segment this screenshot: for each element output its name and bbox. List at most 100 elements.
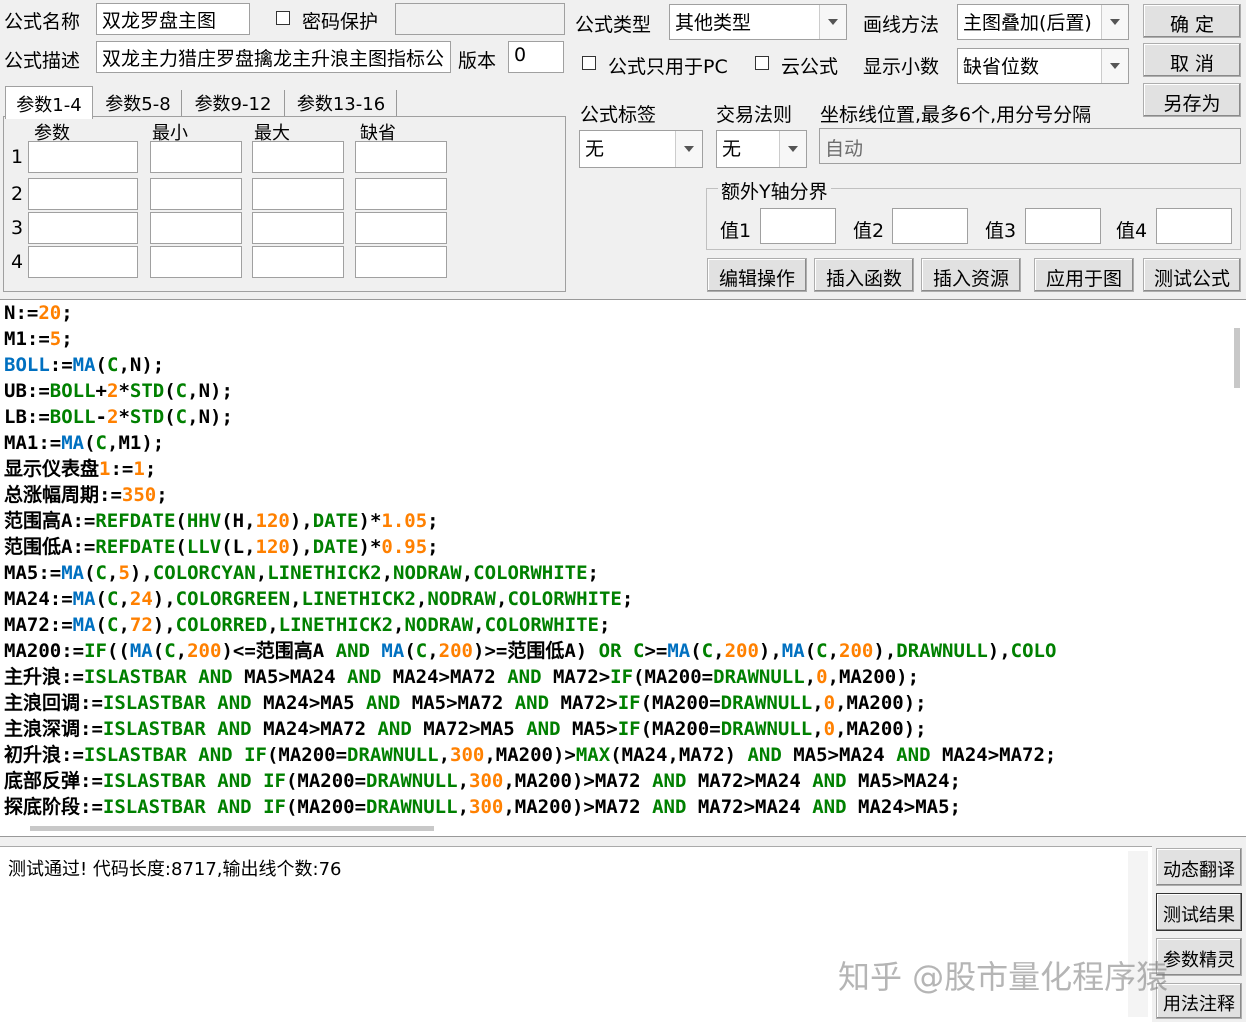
pc-only-checkbox[interactable] xyxy=(582,56,596,70)
tab-params-13-16[interactable]: 参数13-16 xyxy=(287,86,395,118)
cloud-label: 云公式 xyxy=(781,56,839,78)
code-line: BOLL:=MA(C,N); xyxy=(4,354,165,376)
axis-position-input[interactable]: 自动 xyxy=(819,128,1241,164)
axis-position-label: 坐标线位置,最多6个,用分号分隔 xyxy=(820,104,1092,126)
password-checkbox[interactable] xyxy=(276,11,290,25)
cancel-button[interactable]: 取 消 xyxy=(1143,43,1241,77)
param-min-input[interactable] xyxy=(150,246,242,278)
test-result-button[interactable]: 测试结果 xyxy=(1156,893,1242,931)
param-default-input[interactable] xyxy=(355,141,447,173)
decimal-select[interactable]: 缺省位数 xyxy=(957,48,1129,84)
code-line: MA72:=MA(C,72),COLORRED,LINETHICK2,NODRA… xyxy=(4,614,611,636)
extra-y-label: 额外Y轴分界 xyxy=(718,177,831,204)
trade-rule-label: 交易法则 xyxy=(716,104,793,126)
param-row-number: 2 xyxy=(11,183,24,205)
tab-divider xyxy=(181,90,182,116)
chevron-down-icon xyxy=(819,5,846,39)
param-max-input[interactable] xyxy=(252,141,344,173)
draw-method-label: 画线方法 xyxy=(863,14,940,36)
param-max-input[interactable] xyxy=(252,246,344,278)
insert-resource-button[interactable]: 插入资源 xyxy=(921,258,1021,292)
cloud-checkbox[interactable] xyxy=(755,56,769,70)
param-name-input[interactable] xyxy=(28,212,138,244)
code-line: 范围低A:=REFDATE(LLV(L,120),DATE)*0.95; xyxy=(4,536,439,558)
code-line: 显示仪表盘1:=1; xyxy=(4,458,157,480)
code-line: MA1:=MA(C,M1); xyxy=(4,432,165,454)
draw-method-value: 主图叠加(后置) xyxy=(963,12,1092,34)
y1-input[interactable] xyxy=(760,208,836,244)
param-row-number: 4 xyxy=(11,251,24,273)
ok-button[interactable]: 确 定 xyxy=(1143,4,1241,38)
y4-label: 值4 xyxy=(1116,220,1148,242)
tab-params-5-8[interactable]: 参数5-8 xyxy=(96,86,180,118)
param-name-input[interactable] xyxy=(28,246,138,278)
param-name-input[interactable] xyxy=(28,141,138,173)
code-editor[interactable]: N:=20; M1:=5; BOLL:=MA(C,N); UB:=BOLL+2*STD… xyxy=(0,299,1246,837)
code-line: LB:=BOLL-2*STD(C,N); xyxy=(4,406,233,428)
code-line: MA200:=IF((MA(C,200)<=范围高A AND MA(C,200)… xyxy=(4,640,1057,662)
param-wizard-button[interactable]: 参数精灵 xyxy=(1156,938,1242,976)
code-line: MA5:=MA(C,5),COLORCYAN,LINETHICK2,NODRAW… xyxy=(4,562,599,584)
tag-label: 公式标签 xyxy=(580,104,657,126)
test-formula-button[interactable]: 测试公式 xyxy=(1143,258,1241,292)
param-max-input[interactable] xyxy=(252,178,344,210)
output-message: 测试通过! 代码长度:8717,输出线个数:76 xyxy=(8,859,342,880)
trade-rule-select[interactable]: 无 xyxy=(716,130,807,168)
param-row-number: 1 xyxy=(11,146,24,168)
formula-desc-label: 公式描述 xyxy=(4,50,81,72)
save-as-button[interactable]: 另存为 xyxy=(1143,83,1241,117)
y1-label: 值1 xyxy=(720,220,752,242)
password-input xyxy=(395,3,565,35)
code-line: 探底阶段:=ISLASTBAR AND IF(MA200=DRAWNULL,30… xyxy=(4,796,961,818)
usage-notes-button[interactable]: 用法注释 xyxy=(1156,983,1242,1019)
formula-type-select[interactable]: 其他类型 xyxy=(669,4,847,40)
formula-type-value: 其他类型 xyxy=(675,12,752,34)
dynamic-translate-button[interactable]: 动态翻译 xyxy=(1156,848,1242,886)
param-min-input[interactable] xyxy=(150,141,242,173)
y2-input[interactable] xyxy=(892,208,968,244)
code-line: 主浪回调:=ISLASTBAR AND MA24>MA5 AND MA5>MA7… xyxy=(4,692,927,714)
code-line: UB:=BOLL+2*STD(C,N); xyxy=(4,380,233,402)
param-max-input[interactable] xyxy=(252,212,344,244)
param-min-input[interactable] xyxy=(150,178,242,210)
code-line: 主浪深调:=ISLASTBAR AND MA24>MA72 AND MA72>M… xyxy=(4,718,927,740)
code-line: MA24:=MA(C,24),COLORGREEN,LINETHICK2,NOD… xyxy=(4,588,634,610)
param-name-input[interactable] xyxy=(28,178,138,210)
edit-button[interactable]: 编辑操作 xyxy=(707,258,807,292)
tab-params-1-4[interactable]: 参数1-4 xyxy=(5,86,93,119)
version-input[interactable]: 0 xyxy=(508,41,564,73)
draw-method-select[interactable]: 主图叠加(后置) xyxy=(957,4,1129,40)
y3-input[interactable] xyxy=(1025,208,1101,244)
decimal-label: 显示小数 xyxy=(863,56,940,78)
vertical-scrollbar[interactable] xyxy=(1234,328,1240,388)
tab-divider xyxy=(396,90,397,116)
chevron-down-icon xyxy=(675,131,702,167)
formula-desc-input[interactable]: 双龙主力猎庄罗盘擒龙主升浪主图指标公 xyxy=(96,41,451,73)
tab-params-9-12[interactable]: 参数9-12 xyxy=(184,86,282,118)
code-line: N:=20; xyxy=(4,302,73,324)
insert-function-button[interactable]: 插入函数 xyxy=(814,258,914,292)
trade-rule-value: 无 xyxy=(722,138,742,160)
code-line: 总涨幅周期:=350; xyxy=(4,484,168,506)
code-line: M1:=5; xyxy=(4,328,73,350)
param-row-number: 3 xyxy=(11,217,24,239)
code-line: 主升浪:=ISLASTBAR AND MA5>MA24 AND MA24>MA7… xyxy=(4,666,920,688)
horizontal-scrollbar[interactable] xyxy=(30,826,434,831)
param-default-input[interactable] xyxy=(355,212,447,244)
formula-type-label: 公式类型 xyxy=(575,14,652,36)
pc-only-label: 公式只用于PC xyxy=(608,56,728,78)
y2-label: 值2 xyxy=(853,220,885,242)
formula-name-input[interactable]: 双龙罗盘主图 xyxy=(96,3,250,35)
y3-label: 值3 xyxy=(985,220,1017,242)
apply-button[interactable]: 应用于图 xyxy=(1034,258,1134,292)
param-default-input[interactable] xyxy=(355,178,447,210)
tag-select[interactable]: 无 xyxy=(579,130,703,168)
code-line: 范围高A:=REFDATE(HHV(H,120),DATE)*1.05; xyxy=(4,510,439,532)
param-min-input[interactable] xyxy=(150,212,242,244)
chevron-down-icon xyxy=(1101,49,1128,83)
formula-name-label: 公式名称 xyxy=(4,11,81,33)
tag-value: 无 xyxy=(585,138,605,160)
chevron-down-icon xyxy=(1101,5,1128,39)
param-default-input[interactable] xyxy=(355,246,447,278)
y4-input[interactable] xyxy=(1156,208,1232,244)
